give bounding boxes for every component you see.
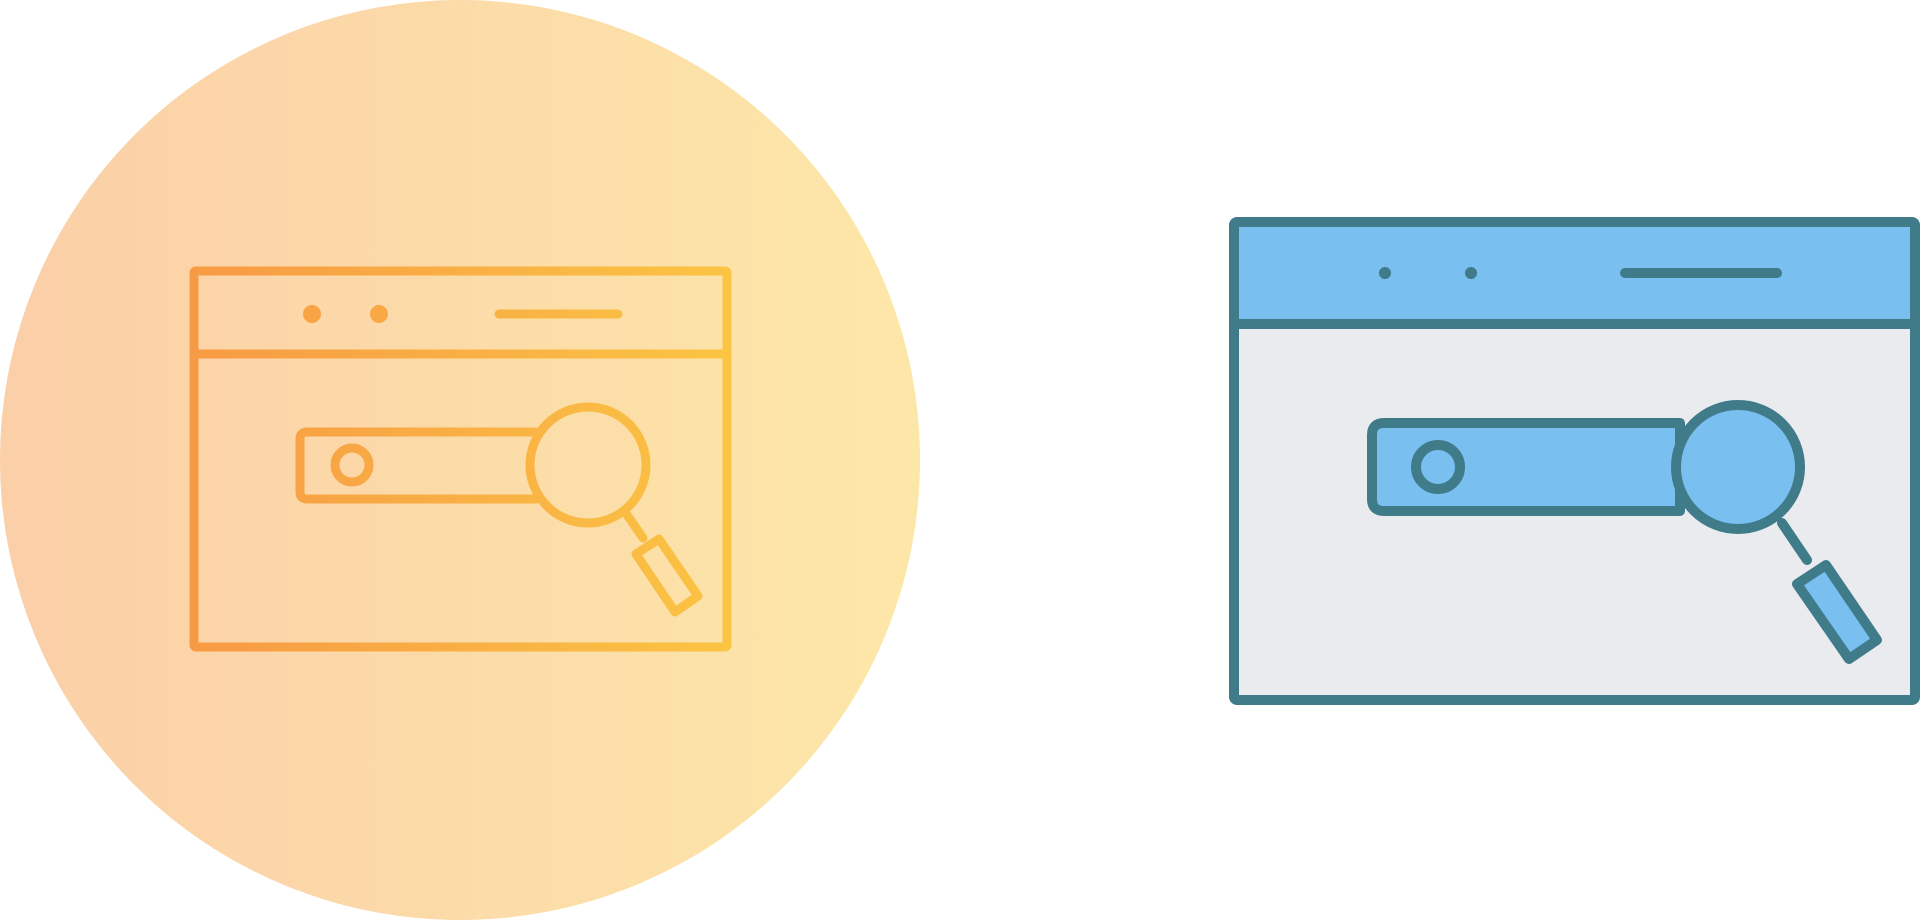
magnifier-lens-icon [1671, 400, 1805, 534]
window-dot-icon [1379, 267, 1391, 279]
background-circle [0, 0, 920, 920]
filled-icon-group [1229, 217, 1920, 705]
window-dot-icon [370, 305, 388, 323]
gradient-icon-group [0, 0, 920, 920]
window-header [1234, 222, 1915, 324]
window-dot-icon [303, 305, 321, 323]
search-field-radio-icon [1411, 440, 1465, 494]
icon-sheet [0, 0, 1920, 920]
window-dot-icon [1465, 267, 1477, 279]
